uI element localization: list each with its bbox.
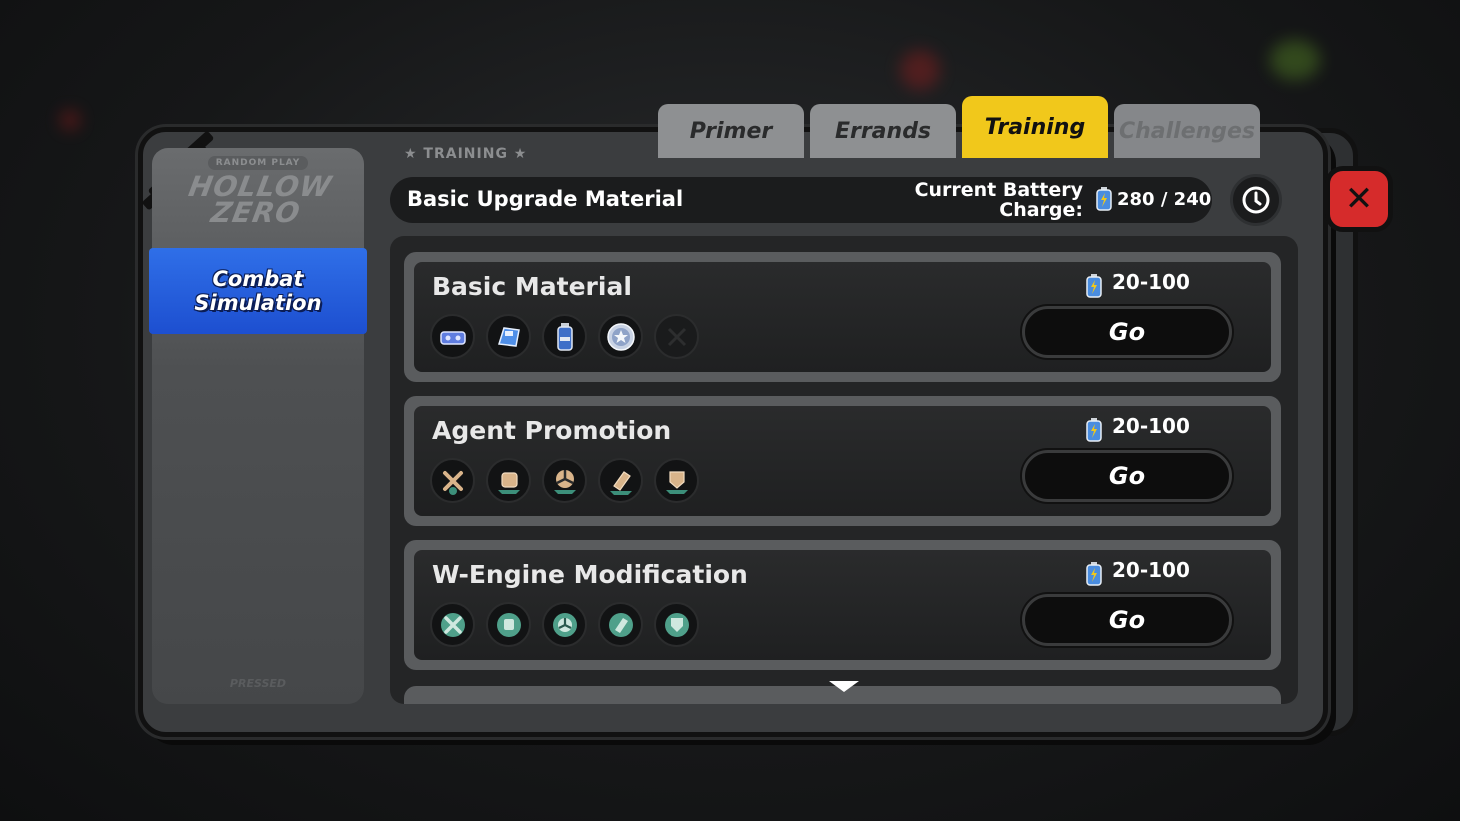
fist-icon: [486, 458, 531, 503]
bullet-icon: [598, 602, 643, 647]
close-icon: ✕: [1344, 179, 1374, 219]
fan-icon: [542, 602, 587, 647]
crossed-tools-icon: [430, 458, 475, 503]
battery-charge-icon: [1096, 187, 1112, 211]
go-label: Go: [1108, 318, 1146, 346]
disk-icon: [486, 314, 531, 359]
go-button[interactable]: Go: [1022, 450, 1232, 502]
shield-icon: [654, 602, 699, 647]
crossed-tools-icon: [430, 602, 475, 647]
go-label: Go: [1108, 462, 1146, 490]
battery-icon: [542, 314, 587, 359]
card-title: Agent Promotion: [432, 416, 672, 445]
combat-simulation-label: Combat Simulation: [194, 267, 322, 315]
section-title: ★ TRAINING ★: [404, 146, 528, 162]
fan-icon: [542, 458, 587, 503]
material-icons: [430, 458, 699, 503]
go-button[interactable]: Go: [1022, 306, 1232, 358]
card-cost: 20-100: [1112, 414, 1190, 438]
logo-tag: RANDOM PLAY: [207, 156, 309, 170]
scroll-down-icon[interactable]: [829, 681, 859, 692]
list-item-agent-promotion: Agent Promotion 20-100 Go: [404, 396, 1281, 526]
material-list: Basic Material 20-100 Go Agent Promotion…: [390, 236, 1298, 704]
background-blur: [900, 50, 940, 90]
battery-charge-icon: [1086, 274, 1102, 298]
tab-challenges[interactable]: Challenges: [1114, 104, 1260, 158]
card-title: W-Engine Modification: [432, 560, 748, 589]
close-button[interactable]: ✕: [1325, 166, 1393, 232]
tab-training-label: Training: [984, 114, 1086, 140]
card-cost: 20-100: [1112, 270, 1190, 294]
list-item-basic-material: Basic Material 20-100 Go: [404, 252, 1281, 382]
bullet-icon: [598, 458, 643, 503]
tab-errands[interactable]: Errands: [810, 104, 956, 158]
battery-charge-icon: [1086, 418, 1102, 442]
star-gear-icon: [598, 314, 643, 359]
tab-primer-label: Primer: [689, 118, 773, 144]
go-button[interactable]: Go: [1022, 594, 1232, 646]
battery-value: 280 / 240: [1117, 189, 1212, 210]
fist-icon: [486, 602, 531, 647]
page-title: Basic Upgrade Material: [407, 187, 684, 211]
logo-text: HOLLOW ZERO: [186, 170, 335, 229]
battery-charge-icon: [1086, 562, 1102, 586]
list-item-w-engine-modification: W-Engine Modification 20-100 Go: [404, 540, 1281, 670]
background-blur: [60, 110, 80, 130]
header-bar: Basic Upgrade Material Current Battery C…: [390, 177, 1212, 223]
combat-simulation-button[interactable]: Combat Simulation: [149, 248, 367, 334]
left-panel: RANDOM PLAY HOLLOW ZERO Combat Simulatio…: [149, 148, 367, 704]
hollow-zero-logo: RANDOM PLAY HOLLOW ZERO: [152, 148, 364, 242]
left-footer-text: PRESSED: [229, 677, 287, 690]
shield-icon: [654, 458, 699, 503]
card-cost: 20-100: [1112, 558, 1190, 582]
tab-primer[interactable]: Primer: [658, 104, 804, 158]
chip-icon: [430, 314, 475, 359]
go-label: Go: [1108, 606, 1146, 634]
material-icons: [430, 314, 699, 359]
card-title: Basic Material: [432, 272, 632, 301]
battery-label: Current Battery Charge:: [914, 179, 1083, 221]
clock-icon: [1242, 186, 1270, 214]
tab-challenges-label: Challenges: [1118, 118, 1256, 144]
locked-slot-icon: [654, 314, 699, 359]
material-icons: [430, 602, 699, 647]
background-blur: [1270, 40, 1320, 80]
tab-training[interactable]: Training: [962, 96, 1108, 158]
clock-button[interactable]: [1230, 174, 1282, 226]
tab-errands-label: Errands: [834, 118, 932, 144]
